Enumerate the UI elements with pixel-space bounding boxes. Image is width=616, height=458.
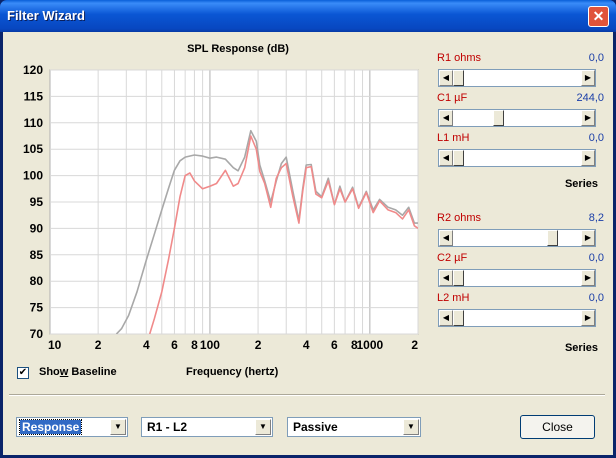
x-tick-label: 4 <box>303 338 310 352</box>
show-baseline-label[interactable]: Show Baseline <box>39 366 117 378</box>
filter-type-select[interactable]: Passive ▼ <box>287 417 421 437</box>
window-close-button[interactable]: ✕ <box>588 6 609 27</box>
component-slider[interactable]: ◀ ▶ <box>438 269 596 287</box>
y-tick-label: 120 <box>23 63 43 77</box>
dialog-client-area: SPL Response (dB) 120 115 110 105 100 95 90 85 80… <box>3 32 613 455</box>
y-tick-label: 70 <box>30 327 44 341</box>
filter-type-select-value: Passive <box>293 420 338 434</box>
slider-thumb[interactable] <box>546 230 558 246</box>
x-tick-label: 2 <box>411 338 418 352</box>
y-tick-label: 105 <box>23 142 43 156</box>
x-tick-label: 6 <box>171 338 178 352</box>
spl-chart-svg: SPL Response (dB) 120 115 110 105 100 95 90 85 80… <box>23 43 419 352</box>
component-value: 0,0 <box>588 132 604 144</box>
x-axis-title: Frequency (hertz) <box>186 366 279 378</box>
component-slider[interactable]: ◀ ▶ <box>438 69 596 87</box>
component-panel: R1 ohms 0,0 ◀ ▶ C1 µF 244,0 ◀ ▶ L1 mH 0,0 ◀ ▶ R2 ohm… <box>435 32 610 392</box>
y-tick-label: 110 <box>24 116 44 130</box>
component-slider[interactable]: ◀ ▶ <box>438 109 596 127</box>
component-value: 0,0 <box>588 52 604 64</box>
x-tick-label: 2 <box>255 338 262 352</box>
slider-thumb[interactable] <box>492 110 504 126</box>
component-value: 0,0 <box>588 252 604 264</box>
title-bar[interactable]: Filter Wizard ✕ <box>0 0 616 32</box>
x-tick-label: 100 <box>200 338 220 352</box>
component-value: 8,2 <box>588 212 604 224</box>
show-baseline-checkbox[interactable]: ✔ <box>17 367 29 379</box>
spl-chart: SPL Response (dB) 120 115 110 105 100 95 90 85 80… <box>3 32 433 392</box>
component-label: L2 mH <box>437 292 470 304</box>
close-button[interactable]: Close <box>520 415 595 439</box>
scroll-left-icon[interactable]: ◀ <box>439 270 453 286</box>
component-value: 244,0 <box>576 92 604 104</box>
chevron-down-icon[interactable]: ▼ <box>255 419 271 435</box>
y-tick-label: 90 <box>30 221 44 235</box>
series-label: Series <box>564 178 598 190</box>
y-tick-label: 85 <box>30 248 44 262</box>
scroll-left-icon[interactable]: ◀ <box>439 110 453 126</box>
window-title: Filter Wizard <box>7 8 85 23</box>
chevron-down-icon[interactable]: ▼ <box>403 419 419 435</box>
scroll-right-icon[interactable]: ▶ <box>581 110 595 126</box>
y-tick-label: 95 <box>30 195 44 209</box>
scroll-right-icon[interactable]: ▶ <box>581 230 595 246</box>
scroll-right-icon[interactable]: ▶ <box>581 310 595 326</box>
y-tick-label: 80 <box>30 274 44 288</box>
view-select-value: Response <box>18 419 83 435</box>
slider-thumb[interactable] <box>453 150 464 166</box>
scroll-left-icon[interactable]: ◀ <box>439 150 453 166</box>
branch-select[interactable]: R1 - L2 ▼ <box>141 417 273 437</box>
scroll-right-icon[interactable]: ▶ <box>581 270 595 286</box>
filter-wizard-window: Filter Wizard ✕ SPL Response (dB) 120 115 1… <box>0 0 616 458</box>
view-select[interactable]: Response ▼ <box>16 417 128 437</box>
scroll-left-icon[interactable]: ◀ <box>439 310 453 326</box>
slider-thumb[interactable] <box>453 270 464 286</box>
branch-select-value: R1 - L2 <box>147 420 188 434</box>
x-tick-label: 10 <box>48 338 62 352</box>
component-label: R1 ohms <box>437 52 482 64</box>
scroll-left-icon[interactable]: ◀ <box>439 230 453 246</box>
x-tick-label: 2 <box>95 338 102 352</box>
x-tick-label: 1000 <box>357 338 384 352</box>
y-tick-label: 75 <box>30 301 44 315</box>
component-slider[interactable]: ◀ ▶ <box>438 149 596 167</box>
x-tick-label: 6 <box>331 338 338 352</box>
component-value: 0,0 <box>588 292 604 304</box>
component-label: R2 ohms <box>437 212 482 224</box>
scroll-right-icon[interactable]: ▶ <box>581 150 595 166</box>
chart-title: SPL Response (dB) <box>187 43 289 55</box>
scroll-right-icon[interactable]: ▶ <box>581 70 595 86</box>
component-label: L1 mH <box>437 132 470 144</box>
component-label: C2 µF <box>437 252 468 264</box>
series-label: Series <box>564 342 598 354</box>
slider-thumb[interactable] <box>453 310 464 326</box>
x-tick-label: 4 <box>143 338 150 352</box>
separator-line <box>9 394 605 396</box>
component-label: C1 µF <box>437 92 468 104</box>
chevron-down-icon[interactable]: ▼ <box>110 419 126 435</box>
y-tick-label: 115 <box>24 89 44 103</box>
component-slider[interactable]: ◀ ▶ <box>438 229 596 247</box>
component-slider[interactable]: ◀ ▶ <box>438 309 596 327</box>
y-tick-label: 100 <box>23 169 43 183</box>
scroll-left-icon[interactable]: ◀ <box>439 70 453 86</box>
slider-thumb[interactable] <box>453 70 464 86</box>
x-tick-label: 8 <box>191 338 198 352</box>
